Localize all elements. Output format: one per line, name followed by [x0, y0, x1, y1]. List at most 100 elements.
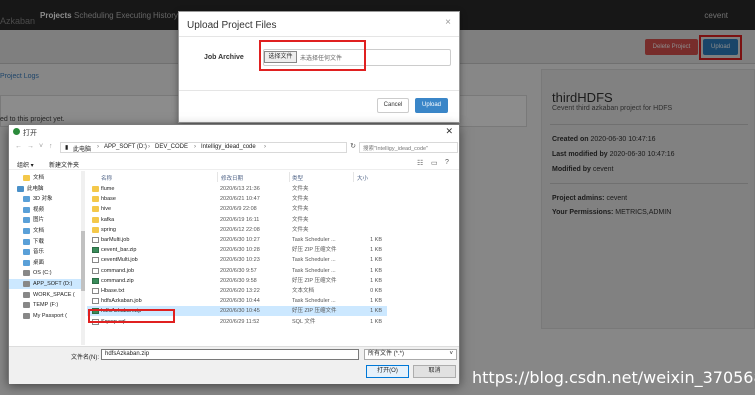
file-size: 1 KB — [370, 318, 382, 325]
file-name: Hbase.txt — [101, 288, 125, 294]
close-icon[interactable]: × — [445, 17, 451, 28]
file-name: hdfsAzkaban.job — [101, 298, 142, 305]
nav-item[interactable]: 音乐 — [9, 247, 85, 257]
cancel-button[interactable]: Cancel — [377, 98, 409, 113]
file-date: 2020/6/30 10:23 — [220, 257, 260, 264]
nav-item[interactable]: 图片 — [9, 215, 85, 225]
file-row[interactable]: ceventMulti.job 2020/6/30 10:23 Task Sched… — [87, 255, 387, 265]
cancel-button[interactable]: 取消 — [413, 365, 456, 378]
nav-item-label: 文档 — [33, 175, 45, 181]
breadcrumb-dev-code[interactable]: DEV_CODE — [155, 144, 188, 150]
nav-item[interactable]: 文档 — [9, 173, 85, 183]
nav-item[interactable]: 下载 — [9, 237, 85, 247]
folder-icon — [92, 196, 99, 203]
recent-dropdown-icon[interactable]: ˅ — [39, 143, 43, 150]
file-date: 2020/6/13 21:36 — [220, 186, 260, 192]
file-row[interactable]: hbase 2020/6/21 10:47 文件夹 — [87, 194, 387, 204]
file-icon — [92, 267, 99, 274]
nav-item-label: 下载 — [33, 238, 45, 245]
file-type: 好压 ZIP 压缩文件 — [292, 308, 337, 315]
column-type[interactable]: 类型 — [292, 174, 303, 182]
file-date: 2020/6/30 10:28 — [220, 247, 260, 254]
nav-item[interactable]: 桌面 — [9, 258, 85, 268]
close-icon[interactable]: ✕ — [445, 126, 453, 137]
nav-item[interactable]: My Passport ( — [9, 311, 85, 321]
forward-arrow-icon[interactable]: → — [27, 143, 34, 150]
column-name[interactable]: 名称 — [101, 174, 112, 182]
nav-item[interactable]: 文档 — [9, 226, 85, 236]
library-folder-icon — [23, 238, 30, 245]
chevron-down-icon: ˅ — [449, 351, 453, 357]
scrollbar-thumb[interactable] — [81, 231, 85, 291]
file-type: 文件夹 — [292, 196, 309, 203]
open-button[interactable]: 打开(O) — [366, 365, 409, 378]
nav-item[interactable]: WORK_SPACE ( — [9, 290, 85, 300]
nav-item[interactable]: APP_SOFT (D:) — [9, 279, 85, 289]
preview-pane-icon[interactable]: ▭ — [431, 159, 438, 167]
folder-icon: ▮ — [65, 145, 69, 151]
file-date: 2020/6/30 10:44 — [220, 298, 260, 305]
breadcrumb-app-soft[interactable]: APP_SOFT (D:) — [104, 144, 147, 150]
nav-scrollbar[interactable] — [81, 171, 85, 345]
file-name: kafka — [101, 216, 115, 223]
file-row[interactable]: barMulti.job 2020/6/30 10:27 Task Schedule… — [87, 235, 387, 245]
file-date: 2020/6/30 9:58 — [220, 277, 257, 284]
nav-item-label: APP_SOFT (D:) — [33, 281, 73, 287]
file-name: hive — [101, 206, 112, 213]
file-row[interactable]: Hbase.txt 2020/6/20 13:22 文本文档 0 KB — [87, 286, 387, 296]
drive-icon — [23, 302, 30, 309]
file-date: 2020/6/30 9:57 — [220, 267, 257, 274]
file-row[interactable]: flume 2020/6/13 21:36 文件夹 — [87, 184, 387, 194]
breadcrumb-separator: › — [194, 144, 196, 150]
nav-item[interactable]: 3D 对象 — [9, 194, 85, 204]
file-icon — [92, 288, 99, 294]
file-type: 文件夹 — [292, 206, 309, 213]
file-size: 1 KB — [370, 298, 382, 305]
dialog-title: 打开 — [23, 130, 37, 137]
file-row[interactable]: hive 2020/6/9 22:08 文件夹 — [87, 204, 387, 214]
file-row[interactable]: cevent_bar.zip 2020/6/30 10:28 好压 ZIP 压缩文件… — [87, 245, 387, 255]
breadcrumb-intelligy[interactable]: Intelligy_idead_code — [201, 144, 256, 150]
file-type: Task Scheduler ... — [292, 298, 336, 305]
refresh-icon[interactable]: ↻ — [348, 142, 358, 153]
file-row[interactable]: command.zip 2020/6/30 9:58 好压 ZIP 压缩文件 1 KB — [87, 276, 387, 286]
file-row[interactable]: hdfsAzkaban.job 2020/6/30 10:44 Task Sched… — [87, 296, 387, 306]
library-folder-icon — [23, 259, 30, 266]
file-icon — [92, 298, 99, 305]
nav-item[interactable]: TEMP (F:) — [9, 300, 85, 310]
nav-item[interactable]: 视频 — [9, 205, 85, 215]
nav-item[interactable]: OS (C:) — [9, 268, 85, 278]
computer-icon — [17, 185, 24, 192]
file-name: command.job — [101, 267, 135, 274]
upload-submit-button[interactable]: Upload — [415, 98, 448, 113]
column-date[interactable]: 修改日期 — [221, 174, 243, 182]
view-options-icon[interactable]: ☷ — [417, 159, 423, 167]
help-icon[interactable]: ? — [445, 159, 449, 166]
nav-item-label: OS (C:) — [33, 270, 52, 277]
library-folder-icon — [23, 206, 30, 213]
column-size[interactable]: 大小 — [357, 174, 368, 182]
file-date: 2020/6/21 10:47 — [220, 196, 260, 203]
back-arrow-icon[interactable]: ← — [15, 143, 22, 150]
search-input[interactable]: 搜索"Intelligy_idead_code" — [359, 142, 458, 153]
nav-item-label: 音乐 — [33, 249, 45, 256]
up-arrow-icon[interactable]: ↑ — [49, 143, 53, 150]
filetype-select[interactable]: 所有文件 (*.*) ˅ — [364, 349, 457, 360]
breadcrumb-separator: › — [264, 144, 266, 150]
nav-item[interactable]: 此电脑 — [9, 184, 85, 194]
file-size: 1 KB — [370, 237, 382, 243]
filename-input[interactable]: hdfsAzkaban.zip — [101, 349, 359, 360]
file-row[interactable]: kafka 2020/6/19 16:11 文件夹 — [87, 215, 387, 225]
watermark: https://blog.csdn.net/weixin_37056888 — [472, 368, 755, 387]
folder-icon — [23, 175, 30, 181]
breadcrumb-this-pc[interactable]: 此电脑 — [73, 144, 91, 153]
filename-label: 文件名(N): — [71, 355, 99, 361]
modal-title: Upload Project Files — [187, 20, 277, 31]
file-row[interactable]: spring 2020/6/12 22:08 文件夹 — [87, 225, 387, 235]
folder-icon — [92, 226, 99, 233]
new-folder-button[interactable]: 新建文件夹 — [49, 160, 79, 169]
file-row[interactable]: command.job 2020/6/30 9:57 Task Scheduler … — [87, 266, 387, 276]
organize-button[interactable]: 组织 ▾ — [17, 160, 34, 169]
column-divider — [289, 172, 290, 182]
file-date: 2020/6/20 13:22 — [220, 288, 260, 294]
